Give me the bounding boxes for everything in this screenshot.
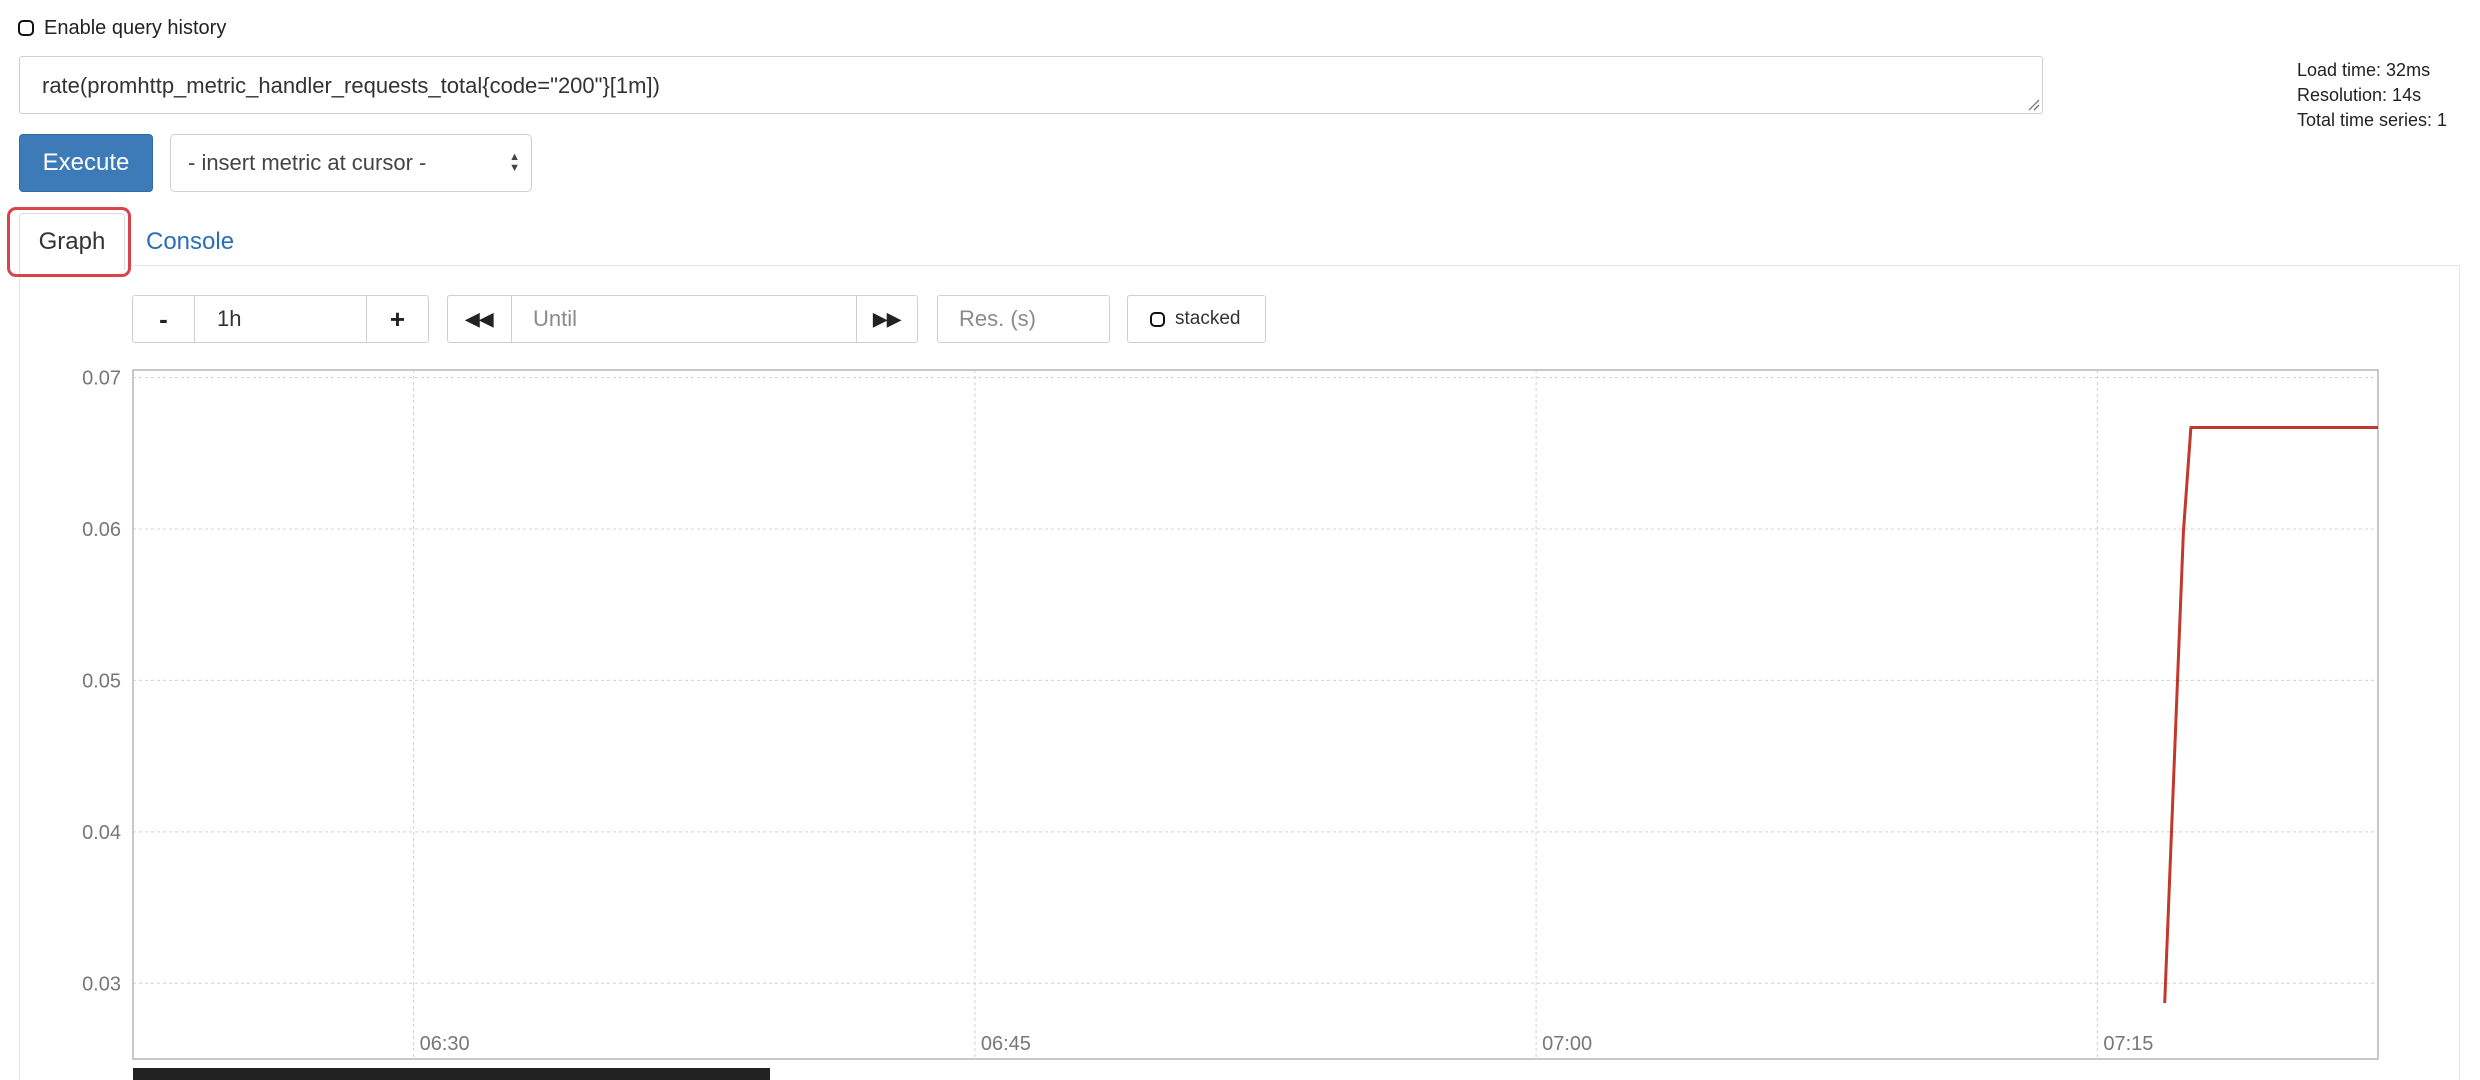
tab-graph-highlight [7,207,131,277]
insert-metric-selected: - insert metric at cursor - [188,150,427,175]
range-decrease-button[interactable]: - [132,295,195,343]
tab-divider [130,265,2460,266]
total-time-series: Total time series: 1 [2297,110,2448,130]
until-input[interactable]: Until [511,295,857,343]
stacked-label: stacked [1175,308,1241,329]
fast-forward-icon: ▶▶ [873,308,901,329]
load-time: Load time: 32ms [2297,60,2431,80]
expression-input[interactable]: rate(promhttp_metric_handler_requests_to… [19,56,2043,114]
range-increase-button[interactable]: + [366,295,429,343]
execute-button[interactable]: Execute [19,134,153,192]
until-forward-button[interactable]: ▶▶ [856,295,918,343]
select-arrows-icon: ▲ ▼ [509,151,520,174]
graph-panel [19,265,2460,1080]
horizontal-scrollbar[interactable] [133,1068,770,1080]
query-stats: Load time: 32ms Resolution: 14s Total ti… [2297,58,2447,133]
stacked-checkbox[interactable] [1150,311,1165,327]
until-back-button[interactable]: ◀◀ [447,295,512,343]
rewind-icon: ◀◀ [465,308,494,329]
tab-console[interactable]: Console [146,213,234,270]
expression-text: rate(promhttp_metric_handler_requests_to… [42,73,660,98]
query-history-toggle[interactable]: Enable query history [18,12,226,44]
insert-metric-select[interactable]: - insert metric at cursor - ▲ ▼ [170,134,532,192]
resize-handle-icon[interactable] [2026,97,2040,111]
query-history-checkbox[interactable] [18,20,34,36]
resolution-input[interactable]: Res. (s) [937,295,1110,343]
stacked-toggle[interactable]: stacked [1127,295,1266,343]
resolution: Resolution: 14s [2297,85,2422,105]
query-history-label: Enable query history [44,16,227,39]
range-input[interactable]: 1h [194,295,367,343]
